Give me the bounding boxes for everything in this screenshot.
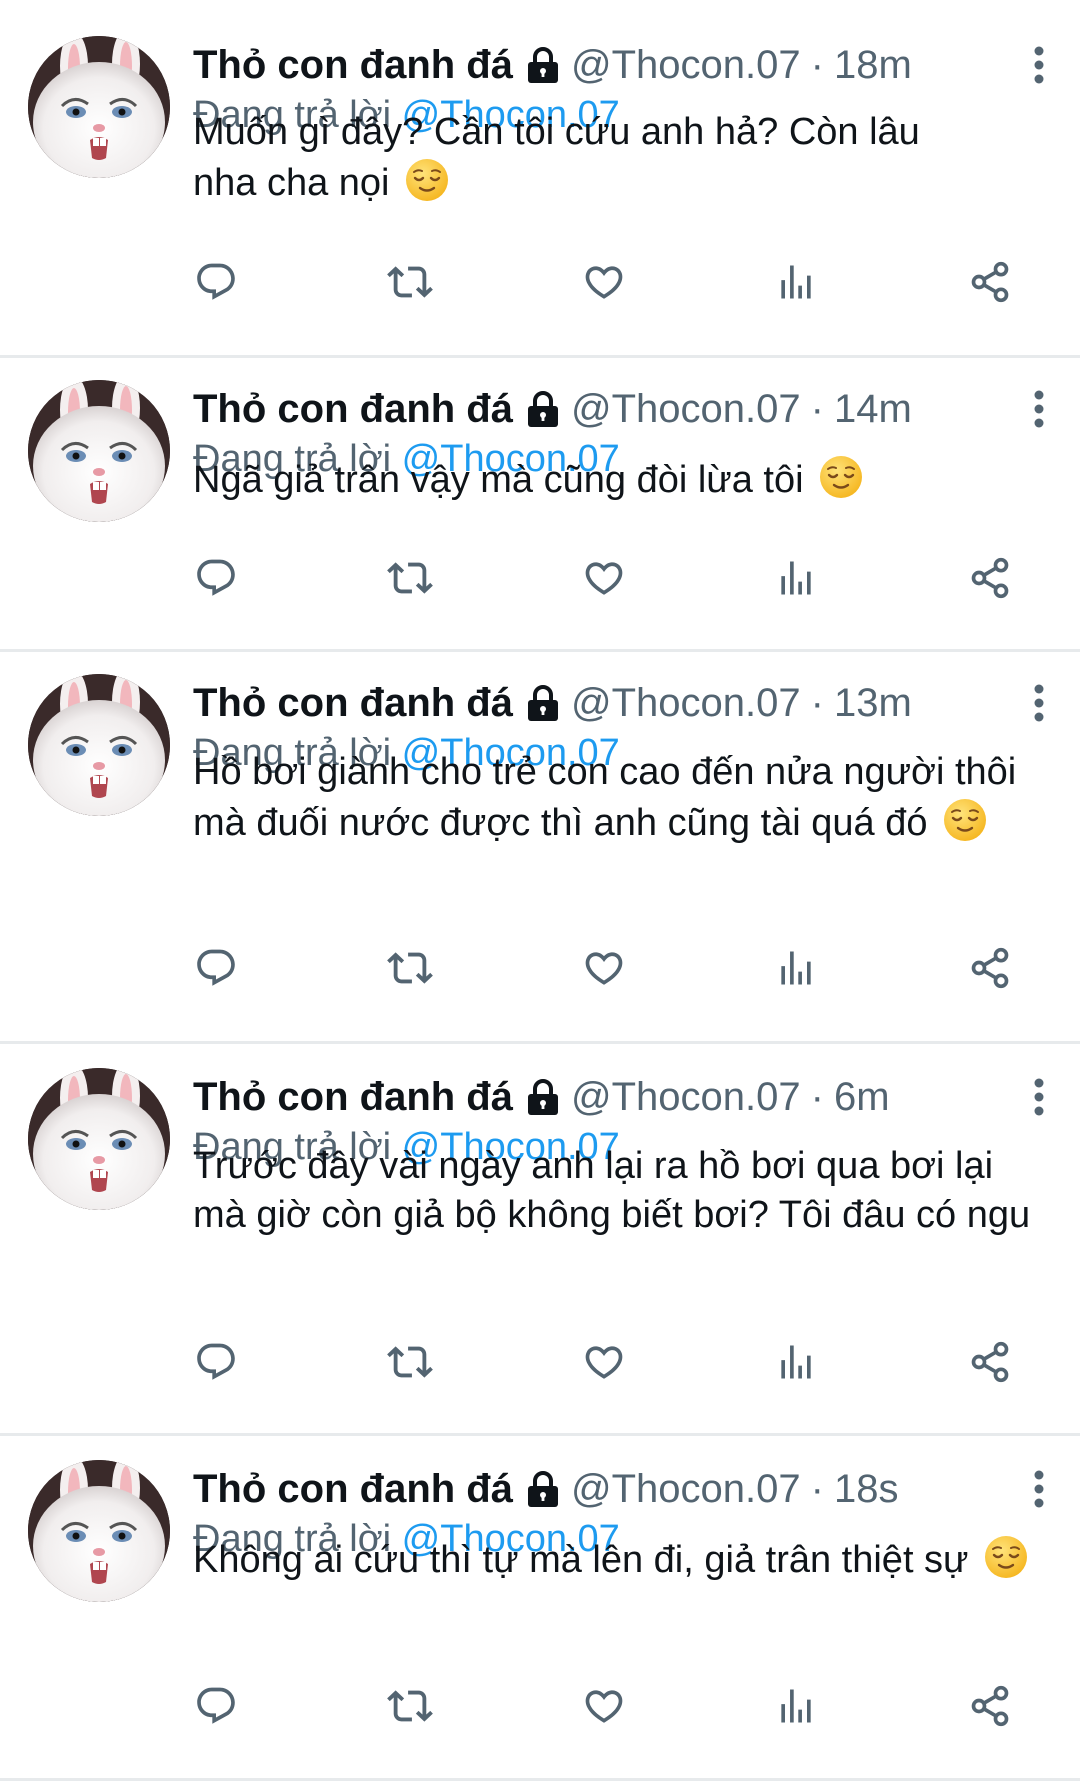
tweet-actions — [0, 548, 1080, 608]
more-options-icon[interactable] — [1024, 678, 1054, 728]
tweet-header: Thỏ con đanh đá @Thocon.07 · 18m — [193, 40, 912, 90]
tweet-text: Ngã giả trân vậy mà cũng đòi lừa tôi — [193, 454, 1053, 505]
like-icon[interactable] — [574, 252, 634, 312]
retweet-icon[interactable] — [380, 1332, 440, 1392]
tweet-time[interactable]: 14m — [834, 384, 912, 434]
display-name[interactable]: Thỏ con đanh đá — [193, 1464, 513, 1514]
user-handle[interactable]: @Thocon.07 — [571, 40, 801, 90]
more-options-icon[interactable] — [1024, 40, 1054, 90]
tweet-text: Không ai cứu thì tự mà lên đi, giả trân … — [193, 1534, 1053, 1585]
user-handle[interactable]: @Thocon.07 — [571, 1464, 801, 1514]
retweet-icon[interactable] — [380, 1676, 440, 1736]
views-icon[interactable] — [766, 1332, 826, 1392]
like-icon[interactable] — [574, 548, 634, 608]
avatar[interactable] — [28, 36, 170, 178]
share-icon[interactable] — [960, 938, 1020, 998]
tweet[interactable]: Thỏ con đanh đá @Thocon.07 · 18s Đang tr… — [0, 1436, 1080, 1781]
display-name[interactable]: Thỏ con đanh đá — [193, 678, 513, 728]
like-icon[interactable] — [574, 1332, 634, 1392]
reply-icon[interactable] — [186, 252, 246, 312]
views-icon[interactable] — [766, 1676, 826, 1736]
tweet[interactable]: Thỏ con đanh đá @Thocon.07 · 18m Đang tr… — [0, 0, 1080, 358]
tweet[interactable]: Thỏ con đanh đá @Thocon.07 · 13m Đang tr… — [0, 652, 1080, 1044]
avatar[interactable] — [28, 1460, 170, 1602]
lock-icon — [523, 1469, 563, 1509]
reply-icon[interactable] — [186, 1332, 246, 1392]
tweet-time[interactable]: 18s — [834, 1464, 899, 1514]
tweet-text-body: Hồ bơi giành cho trẻ con cao đến nửa ngư… — [193, 751, 1027, 844]
retweet-icon[interactable] — [380, 252, 440, 312]
share-icon[interactable] — [960, 548, 1020, 608]
relieved-face-emoji — [942, 797, 988, 843]
relieved-face-emoji — [818, 454, 864, 500]
tweet-text-body: Trước đây vài ngày anh lại ra hồ bơi qua… — [193, 1145, 1031, 1236]
tweet-text: Muốn gì đây? Cần tôi cứu anh hả? Còn lâu… — [193, 108, 953, 208]
tweet-text: Hồ bơi giành cho trẻ con cao đến nửa ngư… — [193, 748, 1053, 848]
tweet-header: Thỏ con đanh đá @Thocon.07 · 14m — [193, 384, 912, 434]
separator-dot: · — [810, 1467, 824, 1511]
retweet-icon[interactable] — [380, 938, 440, 998]
avatar[interactable] — [28, 380, 170, 522]
retweet-icon[interactable] — [380, 548, 440, 608]
views-icon[interactable] — [766, 548, 826, 608]
lock-icon — [523, 389, 563, 429]
lock-icon — [523, 683, 563, 723]
views-icon[interactable] — [766, 938, 826, 998]
display-name[interactable]: Thỏ con đanh đá — [193, 384, 513, 434]
tweet[interactable]: Thỏ con đanh đá @Thocon.07 · 6m Đang trả… — [0, 1044, 1080, 1436]
tweet-actions — [0, 252, 1080, 312]
display-name[interactable]: Thỏ con đanh đá — [193, 1072, 513, 1122]
user-handle[interactable]: @Thocon.07 — [571, 384, 801, 434]
tweet[interactable]: Thỏ con đanh đá @Thocon.07 · 14m Đang tr… — [0, 358, 1080, 652]
display-name[interactable]: Thỏ con đanh đá — [193, 40, 513, 90]
tweet-text-body: Ngã giả trân vậy mà cũng đòi lừa tôi — [193, 459, 804, 501]
reply-icon[interactable] — [186, 938, 246, 998]
user-handle[interactable]: @Thocon.07 — [571, 1072, 801, 1122]
tweet-text-body: Muốn gì đây? Cần tôi cứu anh hả? Còn lâu… — [193, 111, 931, 204]
tweet-actions — [0, 1676, 1080, 1736]
reply-icon[interactable] — [186, 1676, 246, 1736]
share-icon[interactable] — [960, 1332, 1020, 1392]
user-handle[interactable]: @Thocon.07 — [571, 678, 801, 728]
like-icon[interactable] — [574, 938, 634, 998]
separator-dot: · — [810, 43, 824, 87]
views-icon[interactable] — [766, 252, 826, 312]
tweet-time[interactable]: 13m — [834, 678, 912, 728]
tweet-time[interactable]: 18m — [834, 40, 912, 90]
tweet-text: Trước đây vài ngày anh lại ra hồ bơi qua… — [193, 1142, 1053, 1240]
like-icon[interactable] — [574, 1676, 634, 1736]
tweet-text-body: Không ai cứu thì tự mà lên đi, giả trân … — [193, 1539, 969, 1581]
avatar[interactable] — [28, 674, 170, 816]
lock-icon — [523, 1077, 563, 1117]
share-icon[interactable] — [960, 1676, 1020, 1736]
share-icon[interactable] — [960, 252, 1020, 312]
tweet-header: Thỏ con đanh đá @Thocon.07 · 6m — [193, 1072, 890, 1122]
more-options-icon[interactable] — [1024, 1464, 1054, 1514]
separator-dot: · — [810, 1075, 824, 1119]
tweet-actions — [0, 938, 1080, 998]
more-options-icon[interactable] — [1024, 384, 1054, 434]
tweet-header: Thỏ con đanh đá @Thocon.07 · 18s — [193, 1464, 898, 1514]
relieved-face-emoji — [983, 1534, 1029, 1580]
separator-dot: · — [810, 681, 824, 725]
separator-dot: · — [810, 387, 824, 431]
tweet-actions — [0, 1332, 1080, 1392]
lock-icon — [523, 45, 563, 85]
reply-icon[interactable] — [186, 548, 246, 608]
tweet-header: Thỏ con đanh đá @Thocon.07 · 13m — [193, 678, 912, 728]
relieved-face-emoji — [404, 157, 450, 203]
avatar[interactable] — [28, 1068, 170, 1210]
tweet-time[interactable]: 6m — [834, 1072, 890, 1122]
more-options-icon[interactable] — [1024, 1072, 1054, 1122]
